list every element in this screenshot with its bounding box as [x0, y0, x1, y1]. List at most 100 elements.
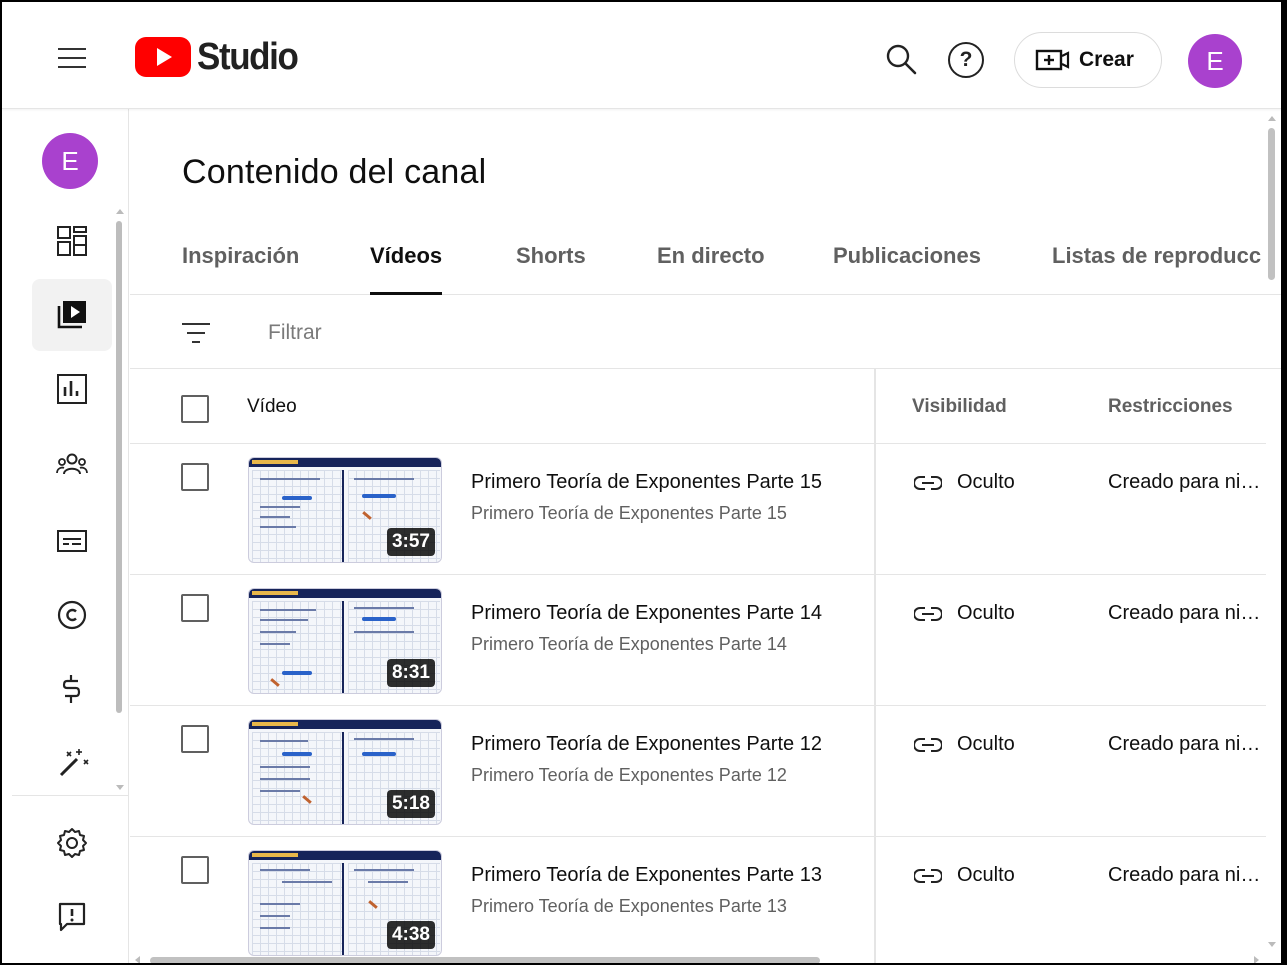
video-title[interactable]: Primero Teoría de Exponentes Parte 15	[471, 471, 822, 494]
sidebar-item-copyright[interactable]	[32, 579, 112, 651]
youtube-play-icon	[135, 37, 191, 77]
visibility-cell[interactable]: Oculto	[914, 864, 1015, 887]
settings-icon	[57, 828, 87, 858]
video-duration: 3:57	[386, 528, 435, 556]
link-icon	[914, 606, 942, 621]
table-header: Vídeo Visibilidad Restricciones	[130, 369, 1266, 444]
dollar-icon	[62, 675, 81, 703]
tab-publicaciones[interactable]: Publicaciones	[833, 243, 981, 295]
create-label: Crear	[1079, 48, 1134, 71]
sidebar-item-customization[interactable]	[32, 727, 112, 799]
content-tabs: Inspiración Vídeos Shorts En directo Pub…	[130, 227, 1281, 295]
tab-shorts[interactable]: Shorts	[516, 243, 586, 295]
tab-en-directo[interactable]: En directo	[657, 243, 765, 295]
video-description: Primero Teoría de Exponentes Parte 14	[471, 634, 787, 654]
restriction-cell: Creado para niñ...	[1108, 733, 1268, 755]
video-title[interactable]: Primero Teoría de Exponentes Parte 13	[471, 864, 822, 887]
horizontal-scroll-right[interactable]	[1254, 956, 1259, 963]
tab-listas[interactable]: Listas de reproducc	[1052, 243, 1266, 295]
video-title[interactable]: Primero Teoría de Exponentes Parte 12	[471, 733, 822, 756]
tab-videos[interactable]: Vídeos	[370, 243, 443, 295]
menu-icon[interactable]	[54, 42, 90, 72]
sidebar-item-earn[interactable]	[32, 653, 112, 725]
video-thumbnail[interactable]: 4:38	[248, 850, 442, 956]
main-scroll-down[interactable]	[1268, 942, 1276, 947]
header-restrictions[interactable]: Restricciones	[1108, 396, 1233, 418]
sidebar-item-feedback[interactable]	[32, 881, 112, 953]
studio-window: Studio ? Crear E E Contenido del canal I…	[0, 0, 1287, 965]
video-description: Primero Teoría de Exponentes Parte 15	[471, 503, 787, 523]
visibility-cell[interactable]: Oculto	[914, 602, 1015, 625]
help-icon[interactable]: ?	[948, 42, 984, 78]
sidebar-item-analytics[interactable]	[32, 353, 112, 425]
copyright-icon	[57, 600, 87, 630]
main-vertical-scrollbar[interactable]	[1268, 128, 1275, 280]
sidebar-scroll-up[interactable]	[116, 209, 124, 214]
restriction-cell: Creado para niñ...	[1108, 602, 1268, 624]
link-icon	[914, 475, 942, 490]
table-row[interactable]: 4:38 Primero Teoría de Exponentes Parte …	[130, 837, 1268, 963]
row-checkbox[interactable]	[181, 725, 209, 753]
search-icon[interactable]	[882, 40, 920, 78]
row-checkbox[interactable]	[181, 463, 209, 491]
video-description: Primero Teoría de Exponentes Parte 13	[471, 896, 787, 916]
main-content: Contenido del canal Inspiración Vídeos S…	[130, 109, 1281, 963]
header-visibility[interactable]: Visibilidad	[912, 396, 1007, 418]
create-button[interactable]: Crear	[1014, 32, 1162, 88]
subtitles-icon	[57, 530, 87, 552]
video-thumbnail[interactable]: 5:18	[248, 719, 442, 825]
table-row[interactable]: 8:31 Primero Teoría de Exponentes Parte …	[130, 575, 1268, 706]
filter-bar	[130, 295, 1281, 369]
account-avatar[interactable]: E	[1188, 34, 1242, 88]
tab-inspiracion[interactable]: Inspiración	[182, 243, 299, 295]
visibility-label: Oculto	[957, 471, 1015, 493]
visibility-label: Oculto	[957, 602, 1015, 624]
dashboard-icon	[57, 226, 87, 256]
horizontal-scroll-left[interactable]	[135, 956, 140, 963]
filter-input[interactable]	[268, 315, 868, 351]
video-description: Primero Teoría de Exponentes Parte 12	[471, 765, 787, 785]
horizontal-scrollbar[interactable]	[150, 957, 820, 963]
feedback-icon	[58, 902, 86, 932]
restriction-cell: Creado para niñ...	[1108, 864, 1268, 886]
video-thumbnail[interactable]: 3:57	[248, 457, 442, 563]
sidebar-item-settings[interactable]	[32, 807, 112, 879]
sidebar-item-community[interactable]	[32, 429, 112, 501]
select-all-checkbox[interactable]	[181, 395, 209, 423]
link-icon	[914, 868, 942, 883]
visibility-label: Oculto	[957, 864, 1015, 886]
logo-text: Studio	[197, 35, 299, 78]
top-header: Studio ? Crear E	[2, 2, 1281, 109]
visibility-cell[interactable]: Oculto	[914, 471, 1015, 494]
sidebar-item-content[interactable]	[32, 279, 112, 351]
visibility-label: Oculto	[957, 733, 1015, 755]
header-video[interactable]: Vídeo	[247, 396, 297, 418]
table-row[interactable]: 5:18 Primero Teoría de Exponentes Parte …	[130, 706, 1268, 837]
row-checkbox[interactable]	[181, 594, 209, 622]
link-icon	[914, 737, 942, 752]
create-video-icon	[1035, 49, 1070, 71]
restriction-cell: Creado para niñ...	[1108, 471, 1268, 493]
channel-avatar[interactable]: E	[42, 133, 98, 189]
sidebar-item-dashboard[interactable]	[32, 205, 112, 277]
video-duration: 4:38	[386, 921, 435, 949]
left-sidebar: E	[2, 109, 129, 963]
video-duration: 8:31	[386, 659, 435, 687]
main-scroll-up[interactable]	[1268, 116, 1276, 121]
table-row[interactable]: 3:57 Primero Teoría de Exponentes Parte …	[130, 444, 1268, 575]
row-checkbox[interactable]	[181, 856, 209, 884]
sidebar-divider	[12, 795, 129, 796]
sidebar-item-subtitles[interactable]	[32, 505, 112, 577]
video-title[interactable]: Primero Teoría de Exponentes Parte 14	[471, 602, 822, 625]
sidebar-scroll-down[interactable]	[116, 785, 124, 790]
filter-icon[interactable]	[180, 321, 212, 347]
page-title: Contenido del canal	[182, 153, 487, 191]
video-thumbnail[interactable]: 8:31	[248, 588, 442, 694]
visibility-cell[interactable]: Oculto	[914, 733, 1015, 756]
content-icon	[57, 301, 86, 329]
sidebar-scrollbar[interactable]	[116, 221, 122, 713]
magic-wand-icon	[59, 749, 89, 777]
video-duration: 5:18	[386, 790, 435, 818]
analytics-icon	[57, 374, 87, 404]
studio-logo[interactable]: Studio	[135, 36, 306, 78]
